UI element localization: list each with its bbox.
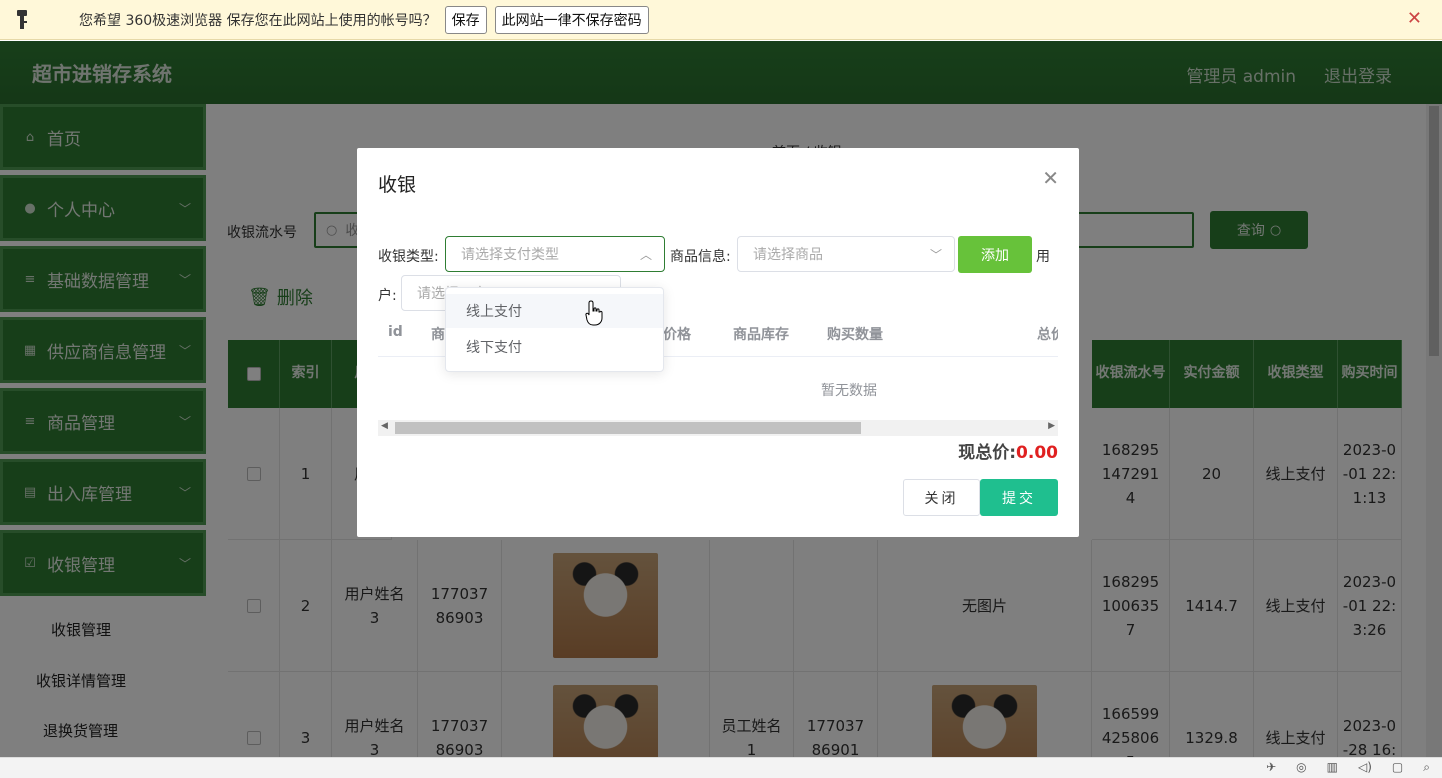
col-header-goods: 商	[431, 327, 445, 343]
chevron-up-icon: ︿	[639, 248, 652, 262]
password-bar-message: 您希望 360极速浏览器 保存您在此网站上使用的帐号吗？	[79, 12, 437, 29]
volume-icon[interactable]: ◁)	[1358, 760, 1372, 775]
pay-type-label: 收银类型:	[378, 249, 439, 265]
hand-cursor-icon	[585, 300, 603, 326]
dialog-title: 收银	[378, 174, 417, 196]
user-label-cont: 户:	[378, 288, 397, 304]
total-label: 现总价:	[958, 443, 1017, 463]
close-button[interactable]: 关闭	[903, 479, 980, 516]
col-header-qty: 购买数量	[827, 327, 883, 343]
browser-statusbar: ✈ ◎ ▥ ◁) ▢ ⌕	[0, 757, 1442, 778]
goods-select[interactable]: 请选择商品 ﹀	[737, 236, 955, 272]
option-offline-pay[interactable]: 线下支付	[446, 330, 663, 364]
never-save-password-button[interactable]: 此网站一律不保存密码	[494, 5, 649, 34]
total-price: 现总价:0.00	[958, 438, 1058, 463]
col-header-total: 总价	[1037, 327, 1058, 343]
empty-text: 暂无数据	[821, 383, 877, 399]
window-icon[interactable]: ▢	[1392, 760, 1403, 775]
col-header-stock: 商品库存	[733, 327, 789, 343]
goods-label: 商品信息:	[670, 249, 731, 265]
user-label: 用	[1036, 249, 1050, 265]
password-save-bar: 您希望 360极速浏览器 保存您在此网站上使用的帐号吗？ 保存 此网站一律不保存…	[0, 0, 1442, 40]
goods-placeholder: 请选择商品	[753, 247, 823, 263]
pay-type-dropdown: 线上支付 线下支付	[445, 287, 664, 372]
scroll-right-icon[interactable]: ▶	[1048, 421, 1055, 431]
chevron-down-icon: ﹀	[929, 248, 942, 262]
option-online-pay[interactable]: 线上支付	[446, 294, 663, 328]
zoom-icon[interactable]: ⌕	[1423, 760, 1430, 775]
pay-type-select[interactable]: 请选择支付类型 ︿	[445, 236, 665, 272]
col-header-id: id	[388, 324, 403, 340]
key-icon	[0, 0, 44, 40]
save-password-button[interactable]: 保存	[444, 5, 487, 34]
total-value: 0.00	[1016, 443, 1058, 463]
scroll-left-icon[interactable]: ◀	[381, 421, 388, 431]
add-goods-button[interactable]: 添加	[958, 236, 1032, 273]
table-scrollbar[interactable]: ◀ ▶	[378, 420, 1058, 436]
speed-icon[interactable]: ◎	[1296, 760, 1306, 775]
close-icon[interactable]: ✕	[1042, 166, 1059, 190]
pin-icon[interactable]: ✈	[1266, 760, 1276, 775]
submit-button[interactable]: 提交	[980, 479, 1058, 516]
trash-icon[interactable]: ▥	[1327, 760, 1338, 775]
close-icon[interactable]: ✕	[1407, 8, 1422, 29]
pay-type-placeholder: 请选择支付类型	[461, 247, 559, 263]
